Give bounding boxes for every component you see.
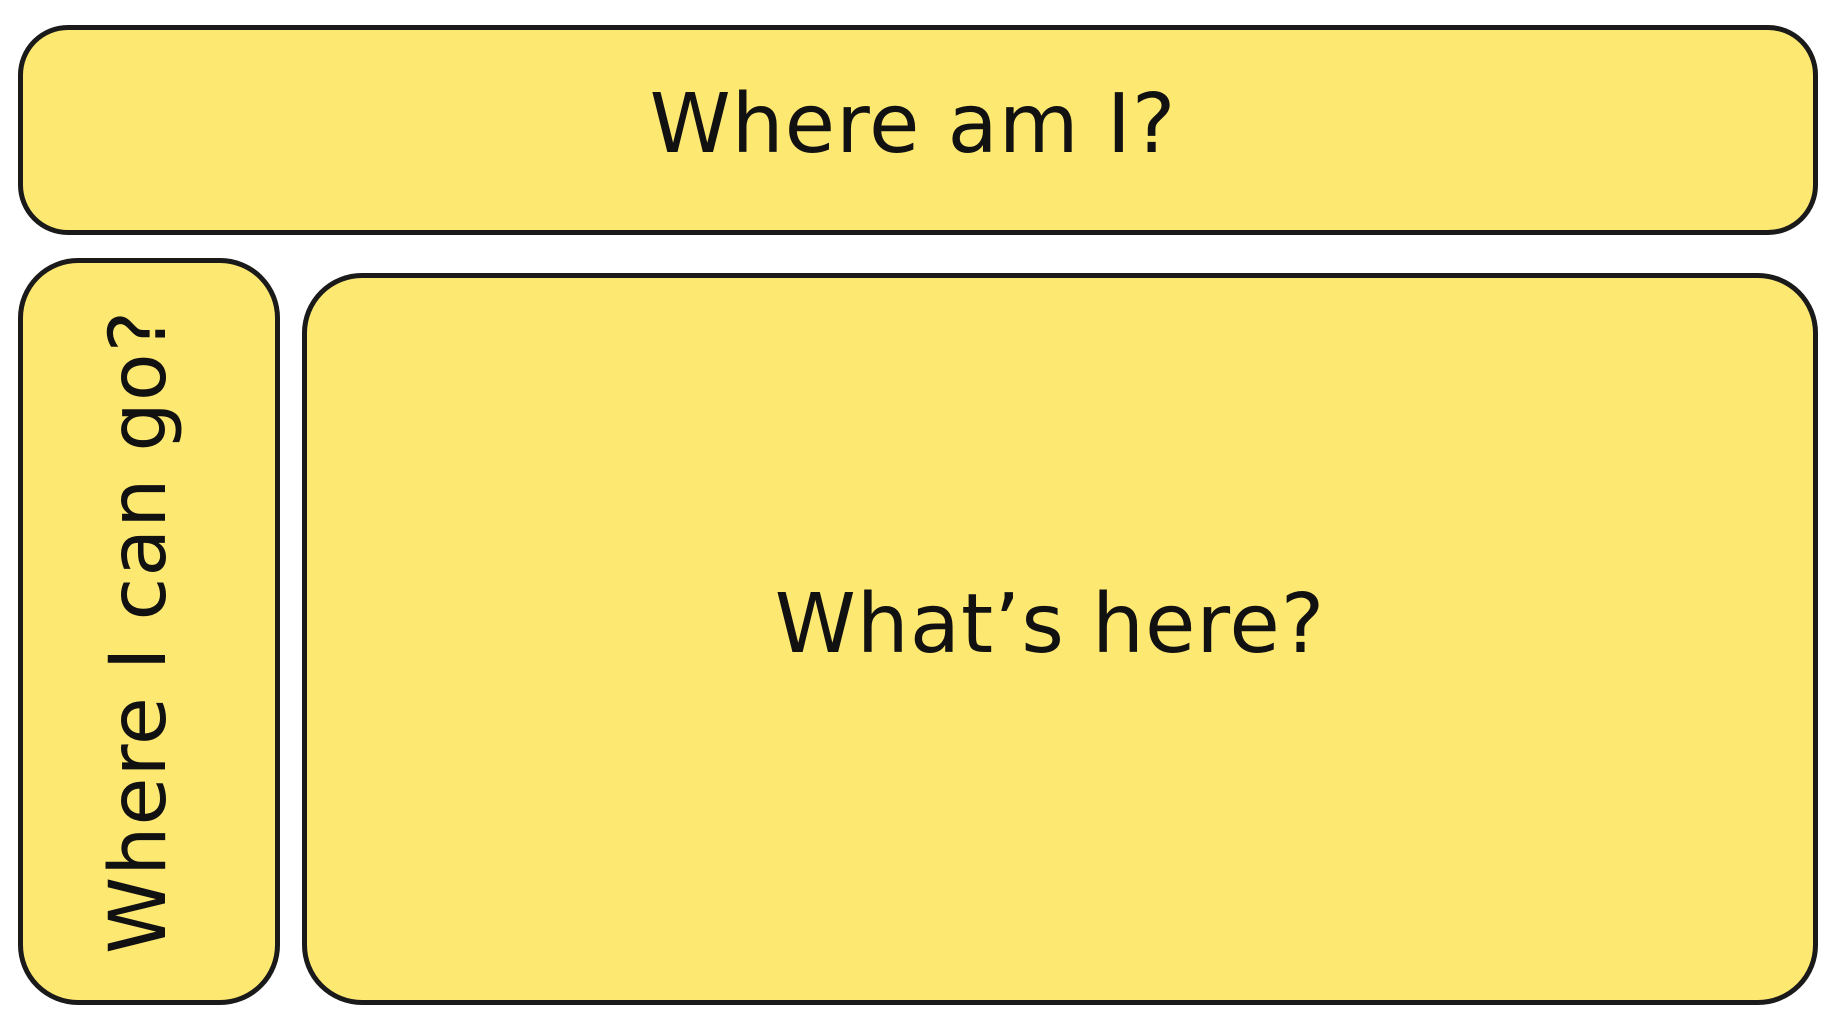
navigation-region-box: Where I can go? xyxy=(18,258,280,1005)
content-region-label: What’s here? xyxy=(774,576,1326,672)
navigation-region-label: Where I can go? xyxy=(94,309,184,954)
header-region-label: Where am I? xyxy=(649,76,1177,172)
content-region-box: What’s here? xyxy=(302,273,1818,1005)
header-region-box: Where am I? xyxy=(18,25,1818,235)
